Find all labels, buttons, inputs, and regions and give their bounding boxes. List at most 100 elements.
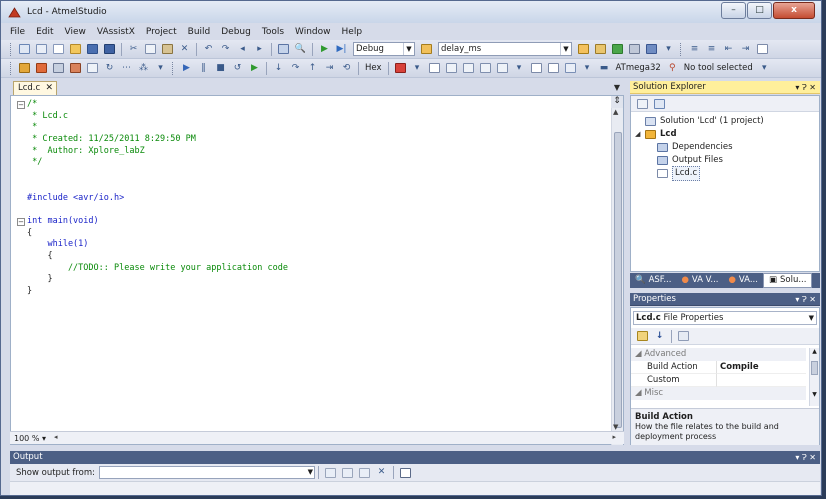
- tab-solution-explorer[interactable]: ▣ Solu...: [762, 273, 813, 288]
- step-over-icon[interactable]: ↷: [289, 62, 302, 75]
- device-programming-icon[interactable]: [18, 62, 31, 75]
- refresh-icon[interactable]: [653, 97, 666, 110]
- code-line[interactable]: * Lcd.c: [27, 111, 288, 123]
- properties-header[interactable]: Properties ▾ Ɂ ✕: [630, 293, 820, 306]
- pane-controls[interactable]: ▾ Ɂ ✕: [795, 451, 816, 464]
- property-pages-icon[interactable]: [677, 330, 690, 343]
- code-line[interactable]: *: [27, 122, 288, 134]
- toolbox-icon[interactable]: [628, 43, 641, 56]
- property-row[interactable]: Custom Compilati: [631, 374, 806, 398]
- find-message-icon[interactable]: [324, 466, 337, 479]
- menu-help[interactable]: Help: [342, 27, 363, 37]
- next-message-icon[interactable]: [358, 466, 371, 479]
- properties-object-select[interactable]: Lcd.c File Properties ▼: [633, 311, 817, 325]
- stop-debugging-icon[interactable]: ■: [214, 62, 227, 75]
- tool-selector[interactable]: No tool selected: [684, 63, 753, 73]
- call-stack-icon[interactable]: [564, 62, 577, 75]
- code-line[interactable]: [27, 204, 288, 216]
- toolbar-grip[interactable]: [172, 61, 175, 75]
- decrease-indent-icon[interactable]: ⇤: [722, 43, 735, 56]
- pane-controls[interactable]: ▾ Ɂ ✕: [795, 293, 816, 306]
- code-line[interactable]: }: [27, 274, 288, 286]
- properties-window-icon[interactable]: [594, 43, 607, 56]
- code-line[interactable]: * Created: 11/25/2011 8:29:50 PM: [27, 134, 288, 146]
- uncomment-icon[interactable]: ≡: [705, 43, 718, 56]
- previous-message-icon[interactable]: [341, 466, 354, 479]
- scroll-up-icon[interactable]: ▲: [810, 348, 819, 355]
- window-layout-icon[interactable]: [756, 43, 769, 56]
- collapse-comment-icon[interactable]: −: [17, 101, 25, 109]
- close-tab-icon[interactable]: ✕: [45, 82, 53, 94]
- code-line[interactable]: #include <avr/io.h>: [27, 193, 288, 205]
- code-line[interactable]: //TODO:: Please write your application c…: [27, 263, 288, 275]
- delete-icon[interactable]: ✕: [178, 43, 191, 56]
- code-line[interactable]: [27, 181, 288, 193]
- save-icon[interactable]: [86, 43, 99, 56]
- extension-manager-icon[interactable]: [645, 43, 658, 56]
- properties-scrollbar[interactable]: ▲ ▼: [809, 348, 819, 406]
- minimize-button[interactable]: –: [721, 2, 746, 19]
- code-line[interactable]: /*: [27, 99, 288, 111]
- bookmark-icon[interactable]: [86, 62, 99, 75]
- io-view-icon[interactable]: [445, 62, 458, 75]
- run-to-cursor-icon[interactable]: ⇥: [323, 62, 336, 75]
- more-icon[interactable]: ▾: [581, 62, 594, 75]
- title-bar[interactable]: Lcd - AtmelStudio – □ x: [1, 1, 821, 23]
- step-into-icon[interactable]: ↓: [272, 62, 285, 75]
- property-value[interactable]: Compile: [717, 361, 806, 374]
- comment-icon[interactable]: ≡: [688, 43, 701, 56]
- processor-view-icon[interactable]: [530, 62, 543, 75]
- scroll-left-icon[interactable]: ◂: [54, 433, 58, 441]
- start-debugging-icon[interactable]: ▶: [318, 43, 331, 56]
- zoom-select[interactable]: 100 % ▾: [10, 434, 54, 443]
- category-advanced[interactable]: ◢ Advanced: [631, 348, 806, 361]
- device-selector[interactable]: ATmega32: [616, 63, 661, 73]
- open-file-icon[interactable]: [69, 43, 82, 56]
- menu-edit[interactable]: Edit: [36, 27, 53, 37]
- code-line[interactable]: int main(void): [27, 216, 288, 228]
- scroll-up-icon[interactable]: ▲: [613, 108, 618, 116]
- more-icon[interactable]: ▾: [513, 62, 526, 75]
- outline-icon[interactable]: ⋯: [120, 62, 133, 75]
- scrollbar-thumb[interactable]: [614, 132, 622, 428]
- split-window-icon[interactable]: ⇕: [611, 96, 623, 108]
- code-line[interactable]: while(1): [27, 239, 288, 251]
- tab-list-dropdown-icon[interactable]: ▼: [614, 83, 620, 92]
- solution-explorer-header[interactable]: Solution Explorer ▾ Ɂ ✕: [630, 81, 820, 94]
- properties-icon[interactable]: [636, 97, 649, 110]
- menu-vassistx[interactable]: VAssistX: [97, 27, 135, 37]
- continue-icon[interactable]: ▶: [180, 62, 193, 75]
- tab-va-outline[interactable]: ● VA...: [723, 273, 762, 288]
- menu-file[interactable]: File: [10, 27, 25, 37]
- code-lines[interactable]: /* * Lcd.c * * Created: 11/25/2011 8:29:…: [27, 99, 288, 298]
- va-icon[interactable]: [69, 62, 82, 75]
- toolbar-grip[interactable]: [680, 42, 683, 56]
- property-value[interactable]: [717, 374, 806, 387]
- code-line[interactable]: * Author: Xplore_labZ: [27, 146, 288, 158]
- code-line[interactable]: }: [27, 286, 288, 298]
- find-icon[interactable]: [277, 43, 290, 56]
- tool-icon[interactable]: [52, 62, 65, 75]
- output-source-select[interactable]: ▼: [99, 466, 316, 479]
- copy-icon[interactable]: [144, 43, 157, 56]
- break-all-icon[interactable]: ‖: [197, 62, 210, 75]
- code-line[interactable]: */: [27, 157, 288, 169]
- object-browser-icon[interactable]: [611, 43, 624, 56]
- toolbar-grip[interactable]: [10, 61, 13, 75]
- code-line[interactable]: {: [27, 228, 288, 240]
- scroll-down-icon[interactable]: ▼: [613, 423, 618, 431]
- menu-debug[interactable]: Debug: [221, 27, 251, 37]
- code-line[interactable]: [27, 169, 288, 181]
- step-out-icon[interactable]: ↑: [306, 62, 319, 75]
- new-file-icon[interactable]: [52, 43, 65, 56]
- tab-lcd-c[interactable]: Lcd.c ✕: [13, 81, 57, 95]
- reset-icon[interactable]: ⟲: [340, 62, 353, 75]
- refactor-icon[interactable]: ↻: [103, 62, 116, 75]
- toolbar-grip[interactable]: [10, 42, 13, 56]
- code-line[interactable]: {: [27, 251, 288, 263]
- tab-asf-explorer[interactable]: 🔍 ASF...: [630, 273, 676, 288]
- more-icon[interactable]: ▾: [154, 62, 167, 75]
- menu-project[interactable]: Project: [146, 27, 177, 37]
- scroll-down-icon[interactable]: ▼: [810, 391, 819, 398]
- scroll-right-icon[interactable]: ▸: [612, 433, 616, 441]
